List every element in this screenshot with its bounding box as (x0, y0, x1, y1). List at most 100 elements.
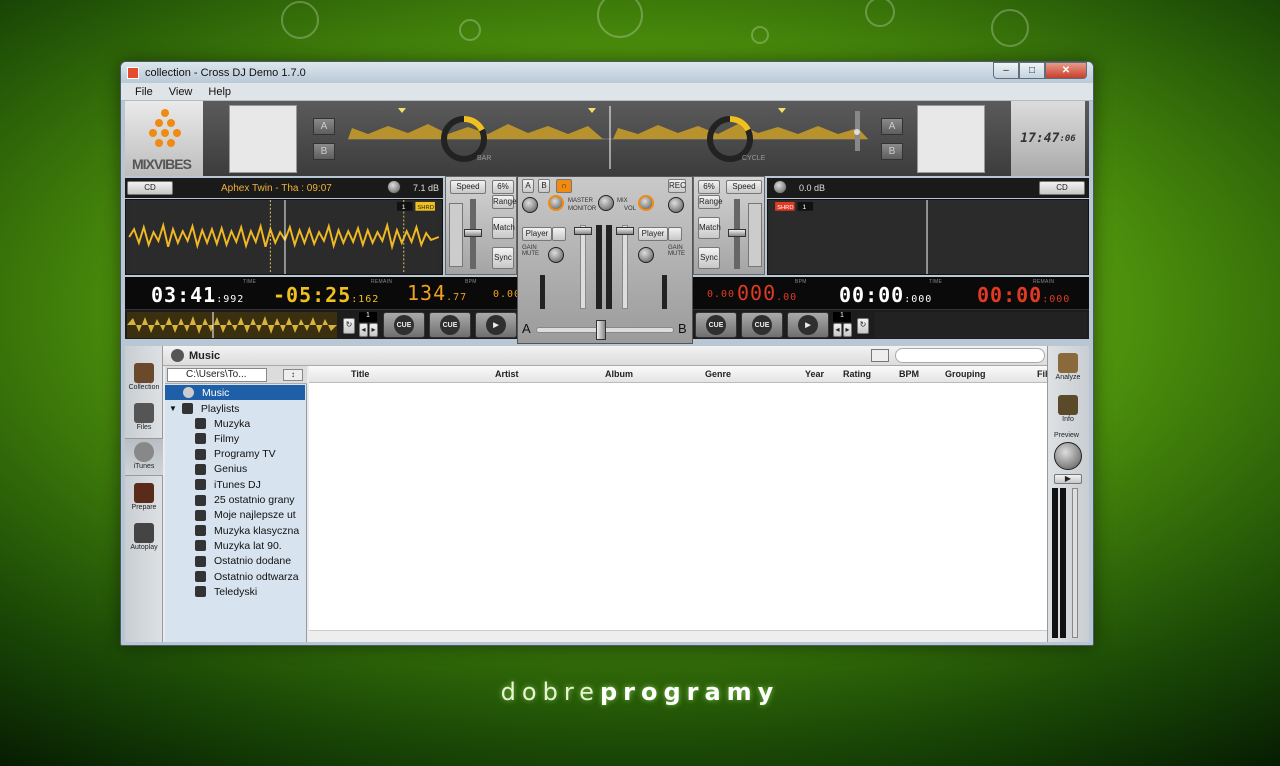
maximize-button[interactable]: □ (1019, 62, 1045, 79)
right-reverse-icon[interactable]: ↻ (857, 318, 869, 334)
right-loop-prev-icon[interactable]: ◂ (833, 323, 842, 337)
left-waveform[interactable]: 1 SHRD (125, 199, 443, 275)
refresh-icon[interactable]: ↕ (283, 369, 303, 381)
left-a-button[interactable]: A (313, 118, 335, 135)
playlist-item[interactable]: 25 ostatnio grany (195, 493, 305, 508)
col-rating[interactable]: Rating (843, 366, 871, 383)
overview-waveforms[interactable] (348, 106, 868, 169)
path-dropdown[interactable]: C:\Users\To... (167, 368, 267, 382)
playlist-item[interactable]: Teledyski (195, 584, 305, 599)
playlist-item[interactable]: Moje najlepsze ut (195, 508, 305, 523)
right-mini-waveform[interactable] (875, 312, 1087, 338)
view-toggle-icon[interactable] (871, 349, 889, 362)
menu-view[interactable]: View (169, 86, 193, 98)
right-speed-button[interactable]: Speed (726, 180, 762, 194)
mixer-a-button[interactable]: A (522, 179, 534, 193)
playlist-item[interactable]: Muzyka klasyczna (195, 523, 305, 538)
mix-knob[interactable] (598, 195, 614, 211)
mixer-headphones-button[interactable]: ∩ (556, 179, 572, 193)
right-sync-button[interactable]: Sync (698, 247, 720, 269)
left-mini-waveform[interactable] (127, 312, 337, 338)
left-range-value[interactable]: 6% (492, 180, 514, 194)
rec-button[interactable]: REC (668, 179, 686, 193)
tree-music[interactable]: Music (165, 385, 305, 400)
rail-prepare[interactable]: Prepare (125, 480, 163, 518)
playlist-item[interactable]: Ostatnio odtwarza (195, 569, 305, 584)
playlist-item[interactable]: Muzyka (195, 416, 305, 431)
left-pitch-buttons[interactable] (449, 203, 463, 267)
right-match-button[interactable]: Match (698, 217, 721, 239)
playlist-item[interactable]: Filmy (195, 431, 305, 446)
left-sync-button[interactable]: Sync (492, 247, 514, 269)
playlist-item[interactable]: Genius (195, 462, 305, 477)
mixer-b-button[interactable]: B (538, 179, 550, 193)
rail-analyze[interactable]: Analyze (1048, 350, 1088, 388)
col-artist[interactable]: Artist (495, 366, 519, 383)
left-headphone-icon[interactable] (522, 197, 538, 213)
left-reverse-icon[interactable]: ↻ (343, 318, 355, 334)
tree-playlists[interactable]: ▼ Playlists (169, 401, 305, 416)
right-player-button[interactable]: Player (638, 227, 668, 241)
search-input[interactable] (895, 348, 1045, 363)
col-album[interactable]: Album (605, 366, 633, 383)
left-cd-button[interactable]: CD (127, 181, 173, 195)
left-player-button[interactable]: Player (522, 227, 552, 241)
menu-file[interactable]: File (135, 86, 153, 98)
right-headphone-icon[interactable] (668, 197, 684, 213)
col-file[interactable]: File (1037, 366, 1047, 383)
master-knob[interactable] (548, 195, 564, 211)
close-button[interactable]: ✕ (1045, 62, 1087, 79)
col-bpm[interactable]: BPM (899, 366, 919, 383)
minimize-button[interactable]: – (993, 62, 1019, 79)
left-player-toggle[interactable] (552, 227, 566, 241)
left-volume-fader[interactable] (574, 227, 592, 235)
right-range-button[interactable]: Range (698, 195, 723, 209)
col-genre[interactable]: Genre (705, 366, 731, 383)
right-a-button[interactable]: A (881, 118, 903, 135)
left-pitch-slider[interactable] (464, 229, 482, 237)
preview-volume-slider[interactable] (1072, 488, 1078, 638)
crossfader-handle[interactable] (596, 320, 606, 340)
col-year[interactable]: Year (805, 366, 824, 383)
left-loop-prev-icon[interactable]: ◂ (359, 323, 368, 337)
rail-itunes[interactable]: iTunes (125, 438, 163, 476)
rail-collection[interactable]: Collection (125, 360, 163, 398)
right-player-toggle[interactable] (668, 227, 682, 241)
right-channel-gain-knob[interactable] (638, 247, 654, 263)
right-cd-button[interactable]: CD (1039, 181, 1085, 195)
right-gain-knob[interactable] (773, 180, 787, 194)
right-cue-play-button[interactable]: CUE (741, 312, 783, 338)
left-gain-knob[interactable] (387, 180, 401, 194)
left-range-button[interactable]: Range (492, 195, 517, 209)
rail-info[interactable]: Info (1048, 392, 1088, 430)
right-pitch-slider[interactable] (728, 229, 746, 237)
left-channel-gain-knob[interactable] (548, 247, 564, 263)
playlist-item[interactable]: Ostatnio dodane (195, 554, 305, 569)
left-loop-next-icon[interactable]: ▸ (369, 323, 378, 337)
left-match-button[interactable]: Match (492, 217, 515, 239)
table-scrollbar[interactable] (309, 630, 1047, 642)
left-speed-button[interactable]: Speed (450, 180, 486, 194)
left-play-button[interactable]: ▶ (475, 312, 517, 338)
right-loop-next-icon[interactable]: ▸ (843, 323, 852, 337)
rail-autoplay[interactable]: Autoplay (125, 520, 163, 558)
right-b-button[interactable]: B (881, 143, 903, 160)
preview-play-icon[interactable]: ▶ (1054, 474, 1082, 484)
left-cue-button[interactable]: CUE (383, 312, 425, 338)
playlist-item[interactable]: Programy TV (195, 447, 305, 462)
preview-knob[interactable] (1054, 442, 1082, 470)
left-cue-play-button[interactable]: CUE (429, 312, 471, 338)
playlist-item[interactable]: Muzyka lat 90. (195, 538, 305, 553)
title-bar[interactable]: collection - Cross DJ Demo 1.7.0 – □ ✕ (121, 62, 1093, 83)
right-play-button[interactable]: ▶ (787, 312, 829, 338)
right-pitch-buttons[interactable] (748, 203, 762, 267)
col-title[interactable]: Title (351, 366, 369, 383)
rail-files[interactable]: Files (125, 400, 163, 438)
right-range-value[interactable]: 6% (698, 180, 720, 194)
right-cue-button[interactable]: CUE (695, 312, 737, 338)
right-volume-fader[interactable] (616, 227, 634, 235)
vol-knob[interactable] (638, 195, 654, 211)
col-grouping[interactable]: Grouping (945, 366, 986, 383)
playlist-item[interactable]: iTunes DJ (195, 477, 305, 492)
left-b-button[interactable]: B (313, 143, 335, 160)
